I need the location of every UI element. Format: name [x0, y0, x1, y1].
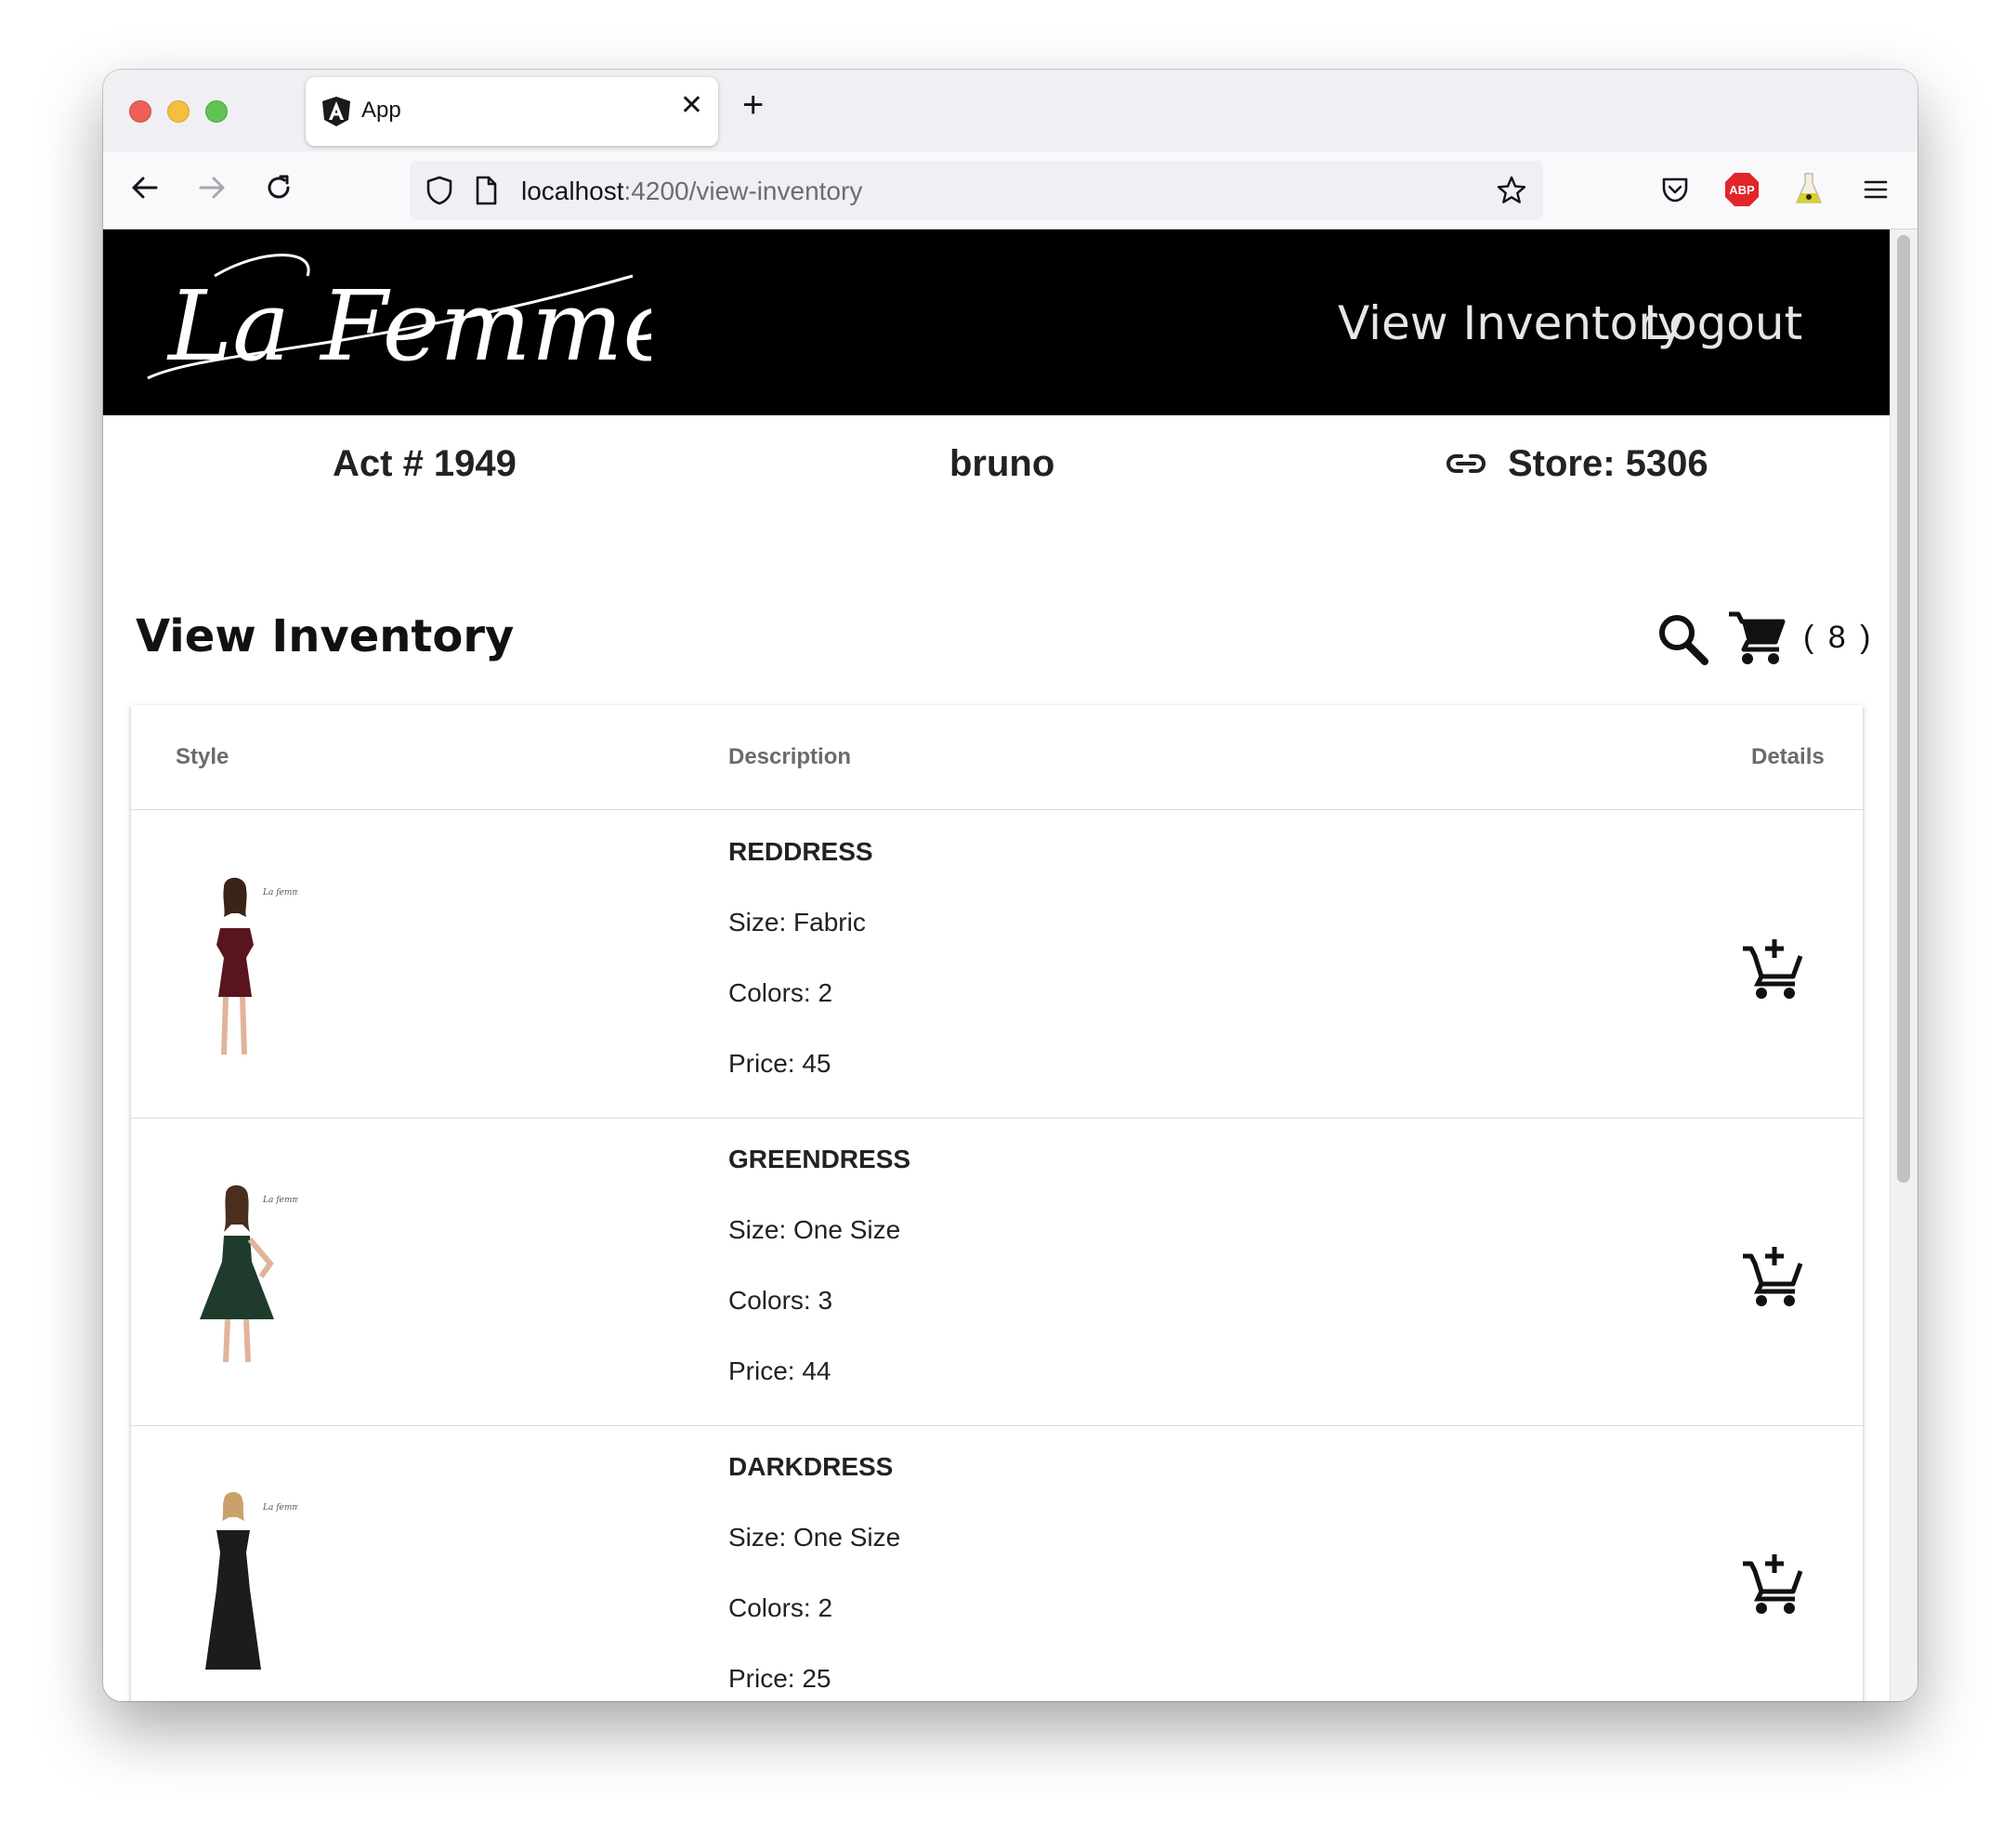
scrollbar-thumb[interactable]: [1897, 235, 1910, 1183]
maximize-window-button[interactable]: [205, 100, 228, 123]
adblock-plus-icon: ABP: [1725, 173, 1759, 206]
dress-colors: Colors: 2: [728, 1593, 833, 1622]
url-path: :4200/view-inventory: [623, 177, 863, 205]
dress-price: Price: 45: [728, 1049, 831, 1078]
dress-price: Price: 44: [728, 1356, 831, 1385]
username: bruno: [949, 443, 1055, 484]
tab-title: App: [361, 98, 401, 123]
flask-icon: [1795, 173, 1823, 203]
table-header: Style Description Details: [131, 705, 1863, 810]
nav-view-inventory[interactable]: View Inventory: [1338, 296, 1684, 350]
column-header-description: Description: [728, 744, 852, 769]
browser-tab[interactable]: App ✕: [306, 77, 718, 146]
tab-strip: App ✕ +: [103, 70, 1918, 151]
close-window-button[interactable]: [129, 100, 151, 123]
dress-size: Size: One Size: [728, 1523, 901, 1552]
svg-text:La femme: La femme: [262, 1503, 298, 1513]
shield-icon[interactable]: [423, 174, 456, 207]
bookmark-star-icon[interactable]: [1495, 174, 1528, 207]
angular-icon: [322, 97, 350, 126]
inventory-table: Style Description Details La femme REDDR…: [131, 705, 1863, 1701]
cart-count: ( 8 ): [1803, 620, 1874, 655]
dress-size: Size: Fabric: [728, 908, 866, 937]
forward-button[interactable]: [189, 164, 235, 211]
hamburger-menu-icon: [1864, 180, 1888, 199]
search-icon[interactable]: [1655, 609, 1710, 668]
extension-button[interactable]: [1787, 168, 1830, 211]
reload-button[interactable]: [255, 164, 302, 211]
column-header-style: Style: [176, 744, 229, 769]
add-to-cart-icon[interactable]: [1741, 1245, 1804, 1308]
table-row: La femme REDDRESS Size: Fabric Colors: 2…: [131, 811, 1863, 1119]
scrollbar[interactable]: [1890, 229, 1918, 1701]
nav-logout[interactable]: Logout: [1643, 296, 1802, 350]
new-tab-button[interactable]: +: [742, 86, 764, 124]
svg-text:La femme: La femme: [262, 1196, 298, 1205]
adblock-button[interactable]: ABP: [1721, 168, 1763, 211]
pocket-icon: [1662, 177, 1688, 203]
shopping-cart-icon[interactable]: [1727, 609, 1787, 668]
dress-image[interactable]: La femme: [196, 1487, 298, 1673]
dress-price: Price: 25: [728, 1664, 831, 1693]
nav-toolbar: localhost:4200/view-inventory ABP: [103, 151, 1918, 229]
site-header: La Femme View Inventory Logout: [103, 229, 1890, 415]
link-icon[interactable]: [1445, 449, 1487, 478]
dress-image[interactable]: La femme: [196, 1180, 298, 1366]
menu-button[interactable]: [1854, 168, 1897, 211]
url-host: localhost: [521, 177, 624, 205]
dress-name: DARKDRESS: [728, 1452, 894, 1481]
browser-window: App ✕ + localhost:4200/view-inventory AB…: [103, 70, 1918, 1701]
back-arrow-icon: [132, 177, 158, 199]
svg-text:La femme: La femme: [262, 888, 298, 897]
back-button[interactable]: [122, 164, 168, 211]
url-text[interactable]: localhost:4200/view-inventory: [521, 177, 862, 206]
pocket-button[interactable]: [1654, 168, 1696, 211]
page-viewport: La Femme View Inventory Logout Act # 194…: [103, 229, 1918, 1701]
url-bar[interactable]: localhost:4200/view-inventory: [410, 161, 1543, 220]
column-header-details: Details: [1751, 744, 1825, 769]
minimize-window-button[interactable]: [167, 100, 190, 123]
dress-name: GREENDRESS: [728, 1145, 911, 1173]
reload-icon: [268, 175, 290, 199]
logo-text: La Femme: [166, 269, 651, 383]
dress-colors: Colors: 3: [728, 1286, 833, 1315]
add-to-cart-icon[interactable]: [1741, 1552, 1804, 1616]
page-icon: [476, 176, 497, 205]
close-tab-icon[interactable]: ✕: [680, 92, 703, 120]
table-row: La femme DARKDRESS Size: One Size Colors…: [131, 1426, 1863, 1701]
page-title: View Inventory: [136, 610, 515, 662]
dress-name: REDDRESS: [728, 837, 873, 866]
dress-size: Size: One Size: [728, 1215, 901, 1244]
table-row: La femme GREENDRESS Size: One Size Color…: [131, 1119, 1863, 1426]
account-number: Act # 1949: [333, 443, 517, 484]
store-number: Store: 5306: [1508, 443, 1708, 484]
add-to-cart-icon[interactable]: [1741, 937, 1804, 1001]
dress-colors: Colors: 2: [728, 978, 833, 1007]
la-femme-logo[interactable]: La Femme: [131, 239, 651, 397]
dress-image[interactable]: La femme: [196, 872, 298, 1058]
forward-arrow-icon: [199, 177, 225, 199]
svg-text:ABP: ABP: [1729, 183, 1755, 197]
